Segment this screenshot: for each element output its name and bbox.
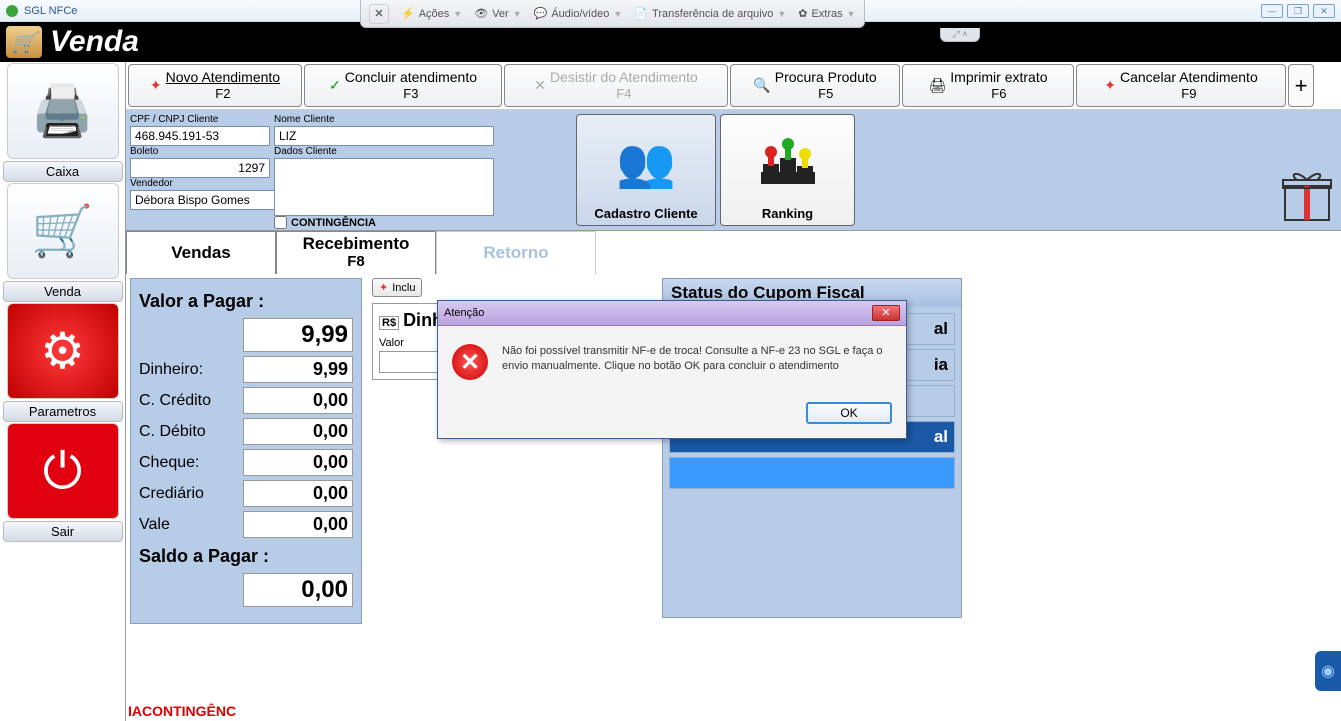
nome-input[interactable] [274, 126, 494, 146]
desistir-atendimento-button: ✕ Desistir do AtendimentoF4 [504, 64, 728, 107]
dados-textarea[interactable] [274, 158, 494, 216]
tabs: Vendas RecebimentoF8 Retorno [126, 230, 1341, 274]
cash-register-icon: 🖨️ [7, 63, 119, 159]
procura-produto-button[interactable]: 🔍 Procura ProdutoF5 [730, 64, 900, 107]
status-row-5[interactable] [669, 457, 955, 489]
dialog-title: Atenção [444, 307, 484, 319]
cart-icon: 🛒 [6, 26, 42, 58]
remote-actions-menu[interactable]: ⚡ Ações ▼ [401, 7, 462, 20]
cheque-input[interactable] [243, 449, 353, 476]
remote-transfer-menu[interactable]: 📄 Transferência de arquivo ▼ [634, 7, 786, 20]
cpf-label: CPF / CNPJ Cliente [130, 114, 270, 125]
imprimir-extrato-button[interactable]: 🖨 Imprimir extratoF6 [902, 64, 1074, 107]
client-info-panel: CPF / CNPJ Cliente Boleto Vendedor ▼ Nom… [126, 110, 1341, 230]
cancel-red-icon: ✦ [1104, 77, 1116, 94]
dialog-message: Não foi possível transmitir NF-e de troc… [502, 344, 892, 380]
total-value[interactable] [243, 318, 353, 352]
incluir-button[interactable]: ✦Inclu [372, 278, 422, 297]
cadastro-cliente-button[interactable]: 👥 Cadastro Cliente [576, 114, 716, 226]
crediario-input[interactable] [243, 480, 353, 507]
remote-view-menu[interactable]: 👁 Ver ▼ [474, 7, 521, 20]
page-header: 🛒 Venda [0, 22, 1341, 62]
tab-vendas[interactable]: Vendas [126, 231, 276, 274]
remote-toolbar: ✕ ⚡ Ações ▼ 👁 Ver ▼ 💬 Áudio/vídeo ▼ 📄 Tr… [360, 0, 865, 28]
dialog-close-button[interactable]: ✕ [872, 305, 900, 321]
printer-icon: 🖨 [928, 77, 946, 94]
shopping-cart-icon: 🛒 [7, 183, 119, 279]
alert-dialog: Atenção ✕ ✕ Não foi possível transmitir … [437, 300, 907, 439]
vendedor-combo[interactable]: ▼ [130, 190, 270, 210]
payment-panel: Valor a Pagar : Dinheiro: C. Crédito C. … [130, 278, 362, 624]
check-icon: ✓ [329, 77, 341, 94]
page-title: Venda [50, 25, 139, 59]
vale-input[interactable] [243, 511, 353, 538]
people-icon: 👥 [616, 119, 676, 206]
sidebar: 🖨️ Caixa 🛒 Venda ⚙ Parametros ⏻ Sair [0, 62, 126, 721]
cdebito-input[interactable] [243, 418, 353, 445]
tab-recebimento[interactable]: RecebimentoF8 [276, 231, 436, 274]
nome-label: Nome Cliente [274, 114, 494, 125]
sidebar-item-venda[interactable]: 🛒 Venda [3, 183, 123, 302]
remote-extras-menu[interactable]: ✿ Extras ▼ [798, 7, 855, 20]
footer-status: IACONTINGÊNC [128, 703, 236, 719]
window-controls: — ❐ ✕ [1261, 4, 1335, 18]
app-icon [6, 5, 18, 17]
podium-icon [753, 119, 823, 206]
concluir-atendimento-button[interactable]: ✓ Concluir atendimentoF3 [304, 64, 502, 107]
power-icon: ⏻ [7, 423, 119, 519]
novo-atendimento-button[interactable]: ✦ Novo AtendimentoF2 [128, 64, 302, 107]
remote-close-button[interactable]: ✕ [369, 4, 389, 24]
gift-icon [1277, 166, 1337, 226]
ccredito-input[interactable] [243, 387, 353, 414]
plus-icon: ✦ [150, 77, 162, 94]
dialog-title-bar[interactable]: Atenção ✕ [438, 301, 906, 326]
minimize-button[interactable]: — [1261, 4, 1283, 18]
sidebar-item-parametros[interactable]: ⚙ Parametros [3, 303, 123, 422]
vendedor-label: Vendedor [130, 178, 270, 189]
remote-collapse-handle[interactable]: ⤢ ˄ [940, 28, 980, 42]
cancel-icon: ✕ [534, 77, 546, 94]
add-action-button[interactable]: + [1288, 64, 1314, 107]
plus-small-icon: ✦ [379, 281, 388, 294]
dinheiro-input[interactable] [243, 356, 353, 383]
dados-label: Dados Cliente [274, 146, 494, 157]
ok-button[interactable]: OK [806, 402, 892, 424]
cancelar-atendimento-button[interactable]: ✦ Cancelar AtendimentoF9 [1076, 64, 1286, 107]
error-icon: ✕ [452, 344, 488, 380]
action-toolbar: ✦ Novo AtendimentoF2 ✓ Concluir atendime… [126, 62, 1341, 110]
contingencia-checkbox[interactable]: CONTINGÊNCIA [274, 216, 376, 229]
window-title: SGL NFCe [24, 5, 77, 17]
maximize-button[interactable]: ❐ [1287, 4, 1309, 18]
tab-retorno[interactable]: Retorno [436, 231, 596, 274]
teamviewer-dock-icon[interactable]: ◉ [1315, 651, 1341, 691]
boleto-input[interactable] [130, 158, 270, 178]
cpf-input[interactable] [130, 126, 270, 146]
close-button[interactable]: ✕ [1313, 4, 1335, 18]
valor-pagar-label: Valor a Pagar : [139, 291, 353, 312]
boleto-label: Boleto [130, 146, 270, 157]
sidebar-item-caixa[interactable]: 🖨️ Caixa [3, 63, 123, 182]
saldo-label: Saldo a Pagar : [139, 546, 353, 567]
search-icon: 🔍 [753, 77, 770, 94]
sidebar-item-sair[interactable]: ⏻ Sair [3, 423, 123, 542]
saldo-value[interactable] [243, 573, 353, 607]
ranking-button[interactable]: Ranking [720, 114, 855, 226]
gear-icon: ⚙ [7, 303, 119, 399]
remote-audio-menu[interactable]: 💬 Áudio/vídeo ▼ [534, 7, 623, 20]
